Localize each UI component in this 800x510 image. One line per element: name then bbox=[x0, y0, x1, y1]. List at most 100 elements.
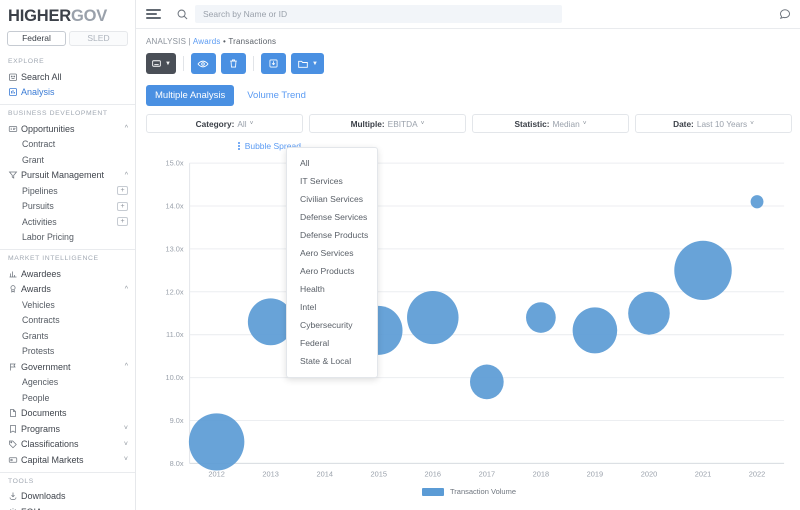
chevron-down-icon[interactable]: ˅ bbox=[121, 441, 128, 448]
sidebar-item-protests[interactable]: Protests bbox=[0, 344, 135, 360]
visibility-button[interactable] bbox=[190, 53, 216, 74]
sidebar-item-pipelines[interactable]: Pipelines + bbox=[0, 183, 135, 199]
sidebar-item-awardees[interactable]: Awardees bbox=[0, 266, 135, 282]
eye-icon bbox=[197, 58, 209, 70]
breadcrumb-link-awards[interactable]: Awards bbox=[193, 37, 221, 46]
awardees-icon bbox=[8, 269, 21, 279]
sidebar-item-downloads[interactable]: Downloads bbox=[0, 489, 135, 505]
sidebar-item-contracts[interactable]: Contracts bbox=[0, 313, 135, 329]
search-box[interactable] bbox=[195, 5, 562, 23]
sidebar-item-pursuit-management[interactable]: Pursuit Management ^ bbox=[0, 168, 135, 184]
sidebar-item-agencies[interactable]: Agencies bbox=[0, 375, 135, 391]
sidebar-item-activities[interactable]: Activities + bbox=[0, 214, 135, 230]
sidebar-item-capital-markets[interactable]: Capital Markets ˅ bbox=[0, 452, 135, 468]
dropdown-option-all[interactable]: All bbox=[287, 154, 377, 172]
dropdown-option-aero-products[interactable]: Aero Products bbox=[287, 262, 377, 280]
top-bar bbox=[136, 0, 800, 29]
y-axis-tick: 12.0x bbox=[165, 287, 183, 296]
kebab-menu-icon[interactable] bbox=[238, 142, 240, 150]
dropdown-option-federal[interactable]: Federal bbox=[287, 334, 377, 352]
sidebar-item-pursuits[interactable]: Pursuits + bbox=[0, 199, 135, 215]
sidebar-item-contract[interactable]: Contract bbox=[0, 137, 135, 153]
multiple-filter[interactable]: Multiple: EBITDA ˅ bbox=[309, 114, 466, 133]
statistic-filter[interactable]: Statistic: Median ˅ bbox=[472, 114, 629, 133]
bubble-point[interactable] bbox=[526, 302, 556, 333]
chart-card: Bubble Spread 8.0x 9.0x 10.0x 11.0x 12.0x 13.… bbox=[146, 139, 792, 496]
sidebar-item-opportunities[interactable]: Opportunities ^ bbox=[0, 121, 135, 137]
dropdown-option-defense-services[interactable]: Defense Services bbox=[287, 208, 377, 226]
sidebar-item-search-all[interactable]: Search All bbox=[0, 69, 135, 85]
chevron-down-icon[interactable]: ˅ bbox=[121, 456, 128, 463]
delete-button[interactable] bbox=[220, 53, 246, 74]
filter-bar: Category: All ˅ Multiple: EBITDA ˅ Stati… bbox=[136, 106, 800, 133]
save-icon bbox=[268, 58, 279, 69]
chart-legend: Transaction Volume bbox=[146, 487, 792, 496]
add-activity-icon[interactable]: + bbox=[117, 217, 128, 227]
dropdown-option-health[interactable]: Health bbox=[287, 280, 377, 298]
bubble-point[interactable] bbox=[628, 291, 670, 335]
sidebar-label-pipelines: Pipelines bbox=[22, 185, 58, 196]
hamburger-icon[interactable] bbox=[144, 8, 162, 20]
app-logo[interactable]: HIGHERGOV bbox=[0, 0, 135, 26]
chat-bubble-icon[interactable] bbox=[778, 7, 792, 21]
chevron-down-icon[interactable]: ˅ bbox=[121, 425, 128, 432]
sidebar-item-vehicles[interactable]: Vehicles bbox=[0, 297, 135, 313]
x-axis-tick: 2021 bbox=[695, 470, 712, 479]
sidebar-item-grant[interactable]: Grant bbox=[0, 152, 135, 168]
sidebar-item-analysis[interactable]: Analysis bbox=[0, 85, 135, 101]
sidebar-label-protests: Protests bbox=[22, 346, 55, 357]
bubble-point[interactable] bbox=[750, 195, 764, 209]
dropdown-option-cybersecurity[interactable]: Cybersecurity bbox=[287, 316, 377, 334]
chart-type-button[interactable]: ▼ bbox=[146, 53, 176, 74]
sidebar-item-people[interactable]: People bbox=[0, 390, 135, 406]
market-toggle: Federal SLED bbox=[0, 26, 135, 53]
search-icon[interactable] bbox=[176, 8, 189, 21]
sidebar-item-government[interactable]: Government ^ bbox=[0, 359, 135, 375]
dropdown-option-defense-products[interactable]: Defense Products bbox=[287, 226, 377, 244]
sidebar-item-foia[interactable]: FOIA bbox=[0, 504, 135, 510]
chevron-up-icon[interactable]: ^ bbox=[122, 363, 128, 370]
opportunities-icon bbox=[8, 124, 21, 134]
dropdown-option-it-services[interactable]: IT Services bbox=[287, 172, 377, 190]
sidebar-label-vehicles: Vehicles bbox=[22, 299, 55, 310]
bubble-point[interactable] bbox=[572, 307, 618, 354]
save-button[interactable] bbox=[260, 53, 286, 74]
tab-multiple-analysis[interactable]: Multiple Analysis bbox=[146, 85, 235, 106]
y-axis-tick: 9.0x bbox=[170, 416, 184, 425]
top-bar-actions bbox=[778, 7, 794, 21]
dropdown-option-aero-services[interactable]: Aero Services bbox=[287, 244, 377, 262]
section-label-business-development: BUSINESS DEVELOPMENT bbox=[8, 110, 108, 117]
folder-button[interactable]: ▼ bbox=[290, 53, 324, 74]
sidebar-label-people: People bbox=[22, 392, 50, 403]
sidebar-item-grants[interactable]: Grants bbox=[0, 328, 135, 344]
x-axis-tick: 2019 bbox=[587, 470, 604, 479]
sidebar-item-awards[interactable]: Awards ^ bbox=[0, 282, 135, 298]
search-input[interactable] bbox=[203, 9, 554, 19]
logo-text-primary: HIGHER bbox=[8, 6, 71, 25]
sidebar-item-labor-pricing[interactable]: Labor Pricing bbox=[0, 230, 135, 246]
bubble-point[interactable] bbox=[469, 364, 504, 400]
chevron-up-icon[interactable]: ^ bbox=[122, 172, 128, 179]
search-all-icon bbox=[8, 72, 21, 82]
bubble-point[interactable] bbox=[674, 240, 732, 300]
add-pipeline-icon[interactable]: + bbox=[117, 186, 128, 196]
dropdown-option-intel[interactable]: Intel bbox=[287, 298, 377, 316]
chevron-up-icon[interactable]: ^ bbox=[122, 286, 128, 293]
dropdown-option-state-local[interactable]: State & Local bbox=[287, 352, 377, 370]
sidebar-item-documents[interactable]: Documents bbox=[0, 406, 135, 422]
chevron-up-icon[interactable]: ^ bbox=[122, 125, 128, 132]
sidebar-label-opportunities: Opportunities bbox=[21, 123, 75, 134]
category-filter[interactable]: Category: All ˅ bbox=[146, 114, 303, 133]
bubble-point[interactable] bbox=[188, 413, 245, 471]
tab-volume-trend[interactable]: Volume Trend bbox=[238, 85, 315, 106]
segment-sled[interactable]: SLED bbox=[69, 31, 128, 46]
bubble-point[interactable] bbox=[407, 290, 459, 345]
add-pursuit-icon[interactable]: + bbox=[117, 201, 128, 211]
sidebar-item-classifications[interactable]: Classifications ˅ bbox=[0, 437, 135, 453]
y-axis-tick: 11.0x bbox=[166, 330, 184, 339]
date-filter[interactable]: Date: Last 10 Years ˅ bbox=[635, 114, 792, 133]
dropdown-option-civilian-services[interactable]: Civilian Services bbox=[287, 190, 377, 208]
sidebar-item-programs[interactable]: Programs ˅ bbox=[0, 421, 135, 437]
segment-federal[interactable]: Federal bbox=[7, 31, 66, 46]
breadcrumb-current: Transactions bbox=[228, 37, 277, 46]
